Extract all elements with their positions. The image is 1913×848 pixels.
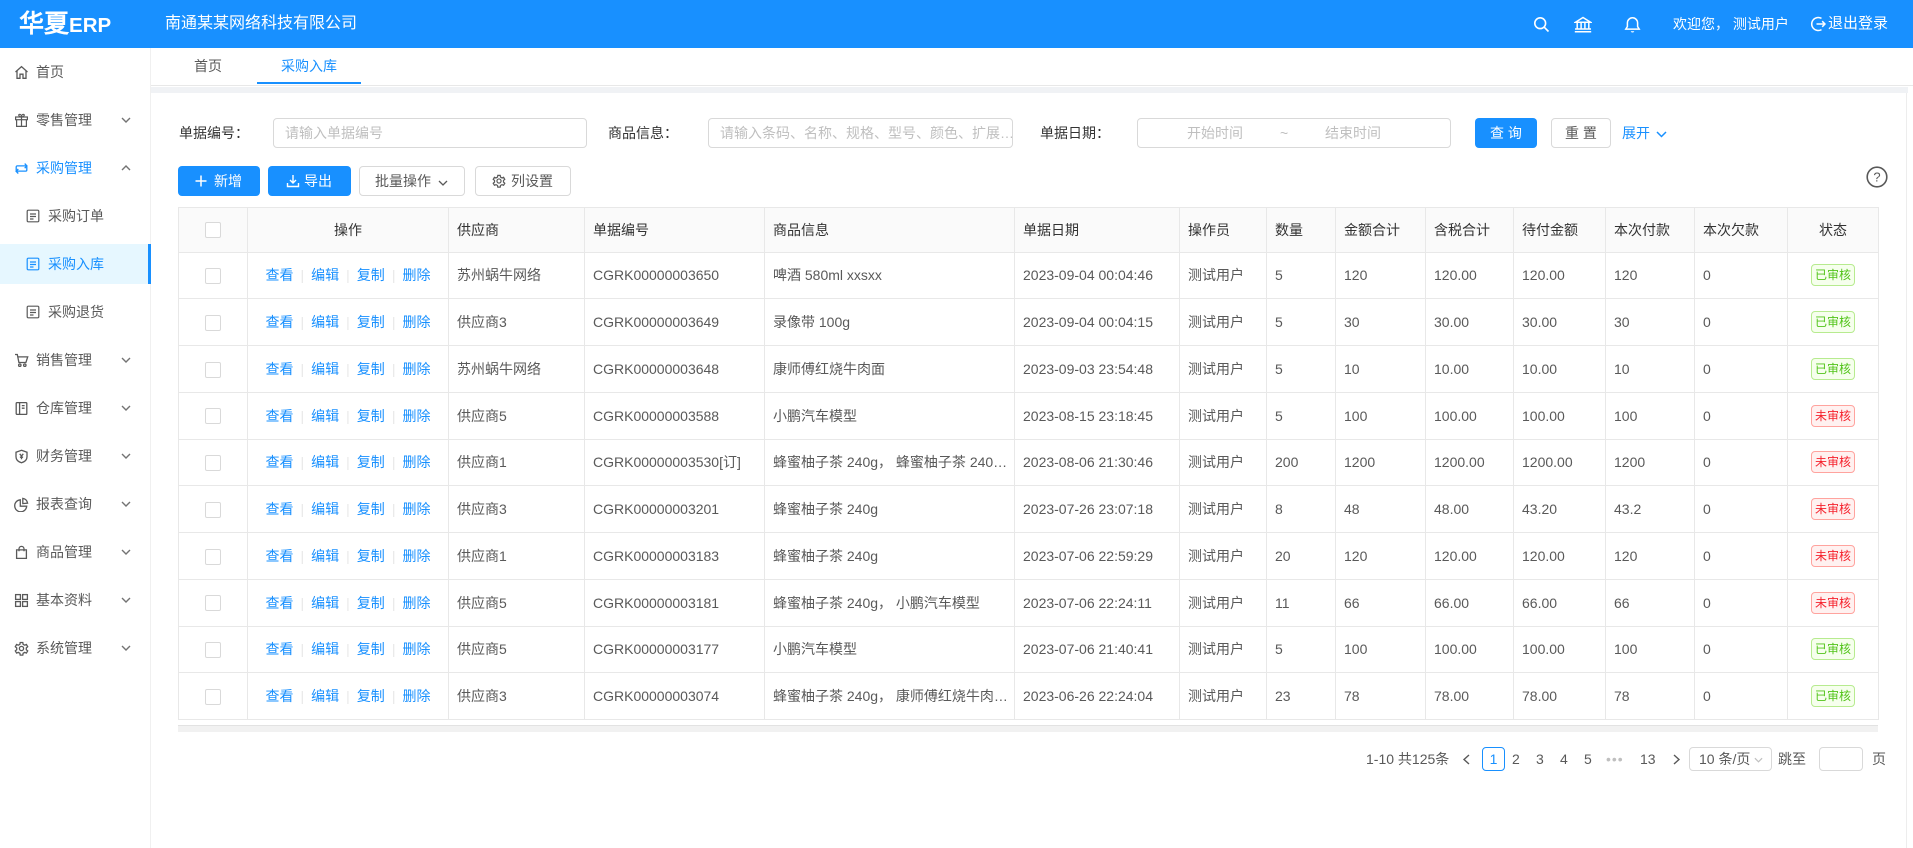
svg-text:?: ? [1873, 170, 1880, 185]
